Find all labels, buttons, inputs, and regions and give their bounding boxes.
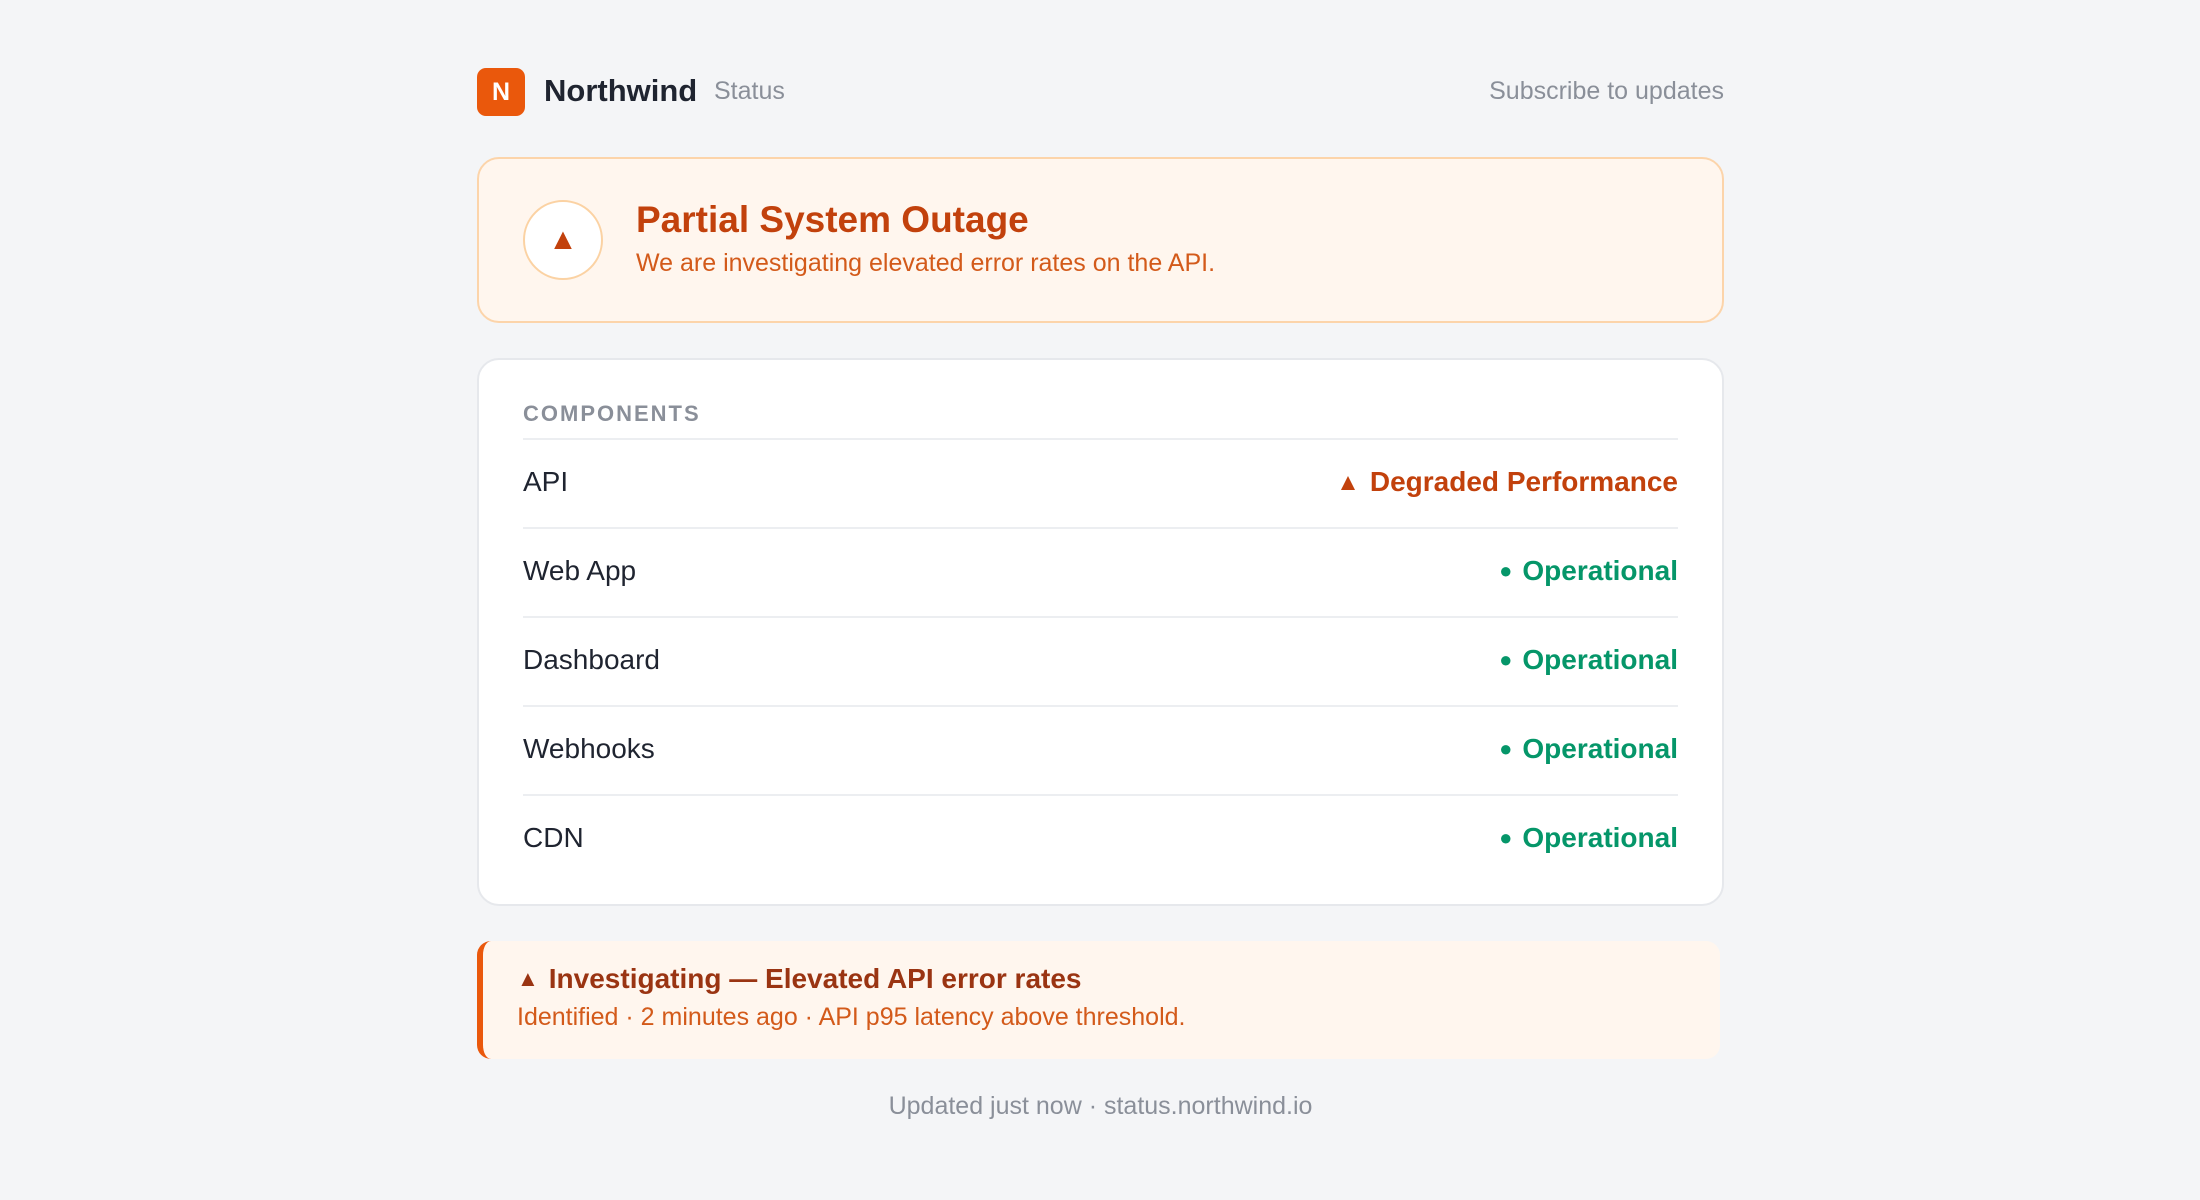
component-status-label: Operational xyxy=(1522,644,1678,675)
incident-title: ▲ Investigating — Elevated API error rate… xyxy=(517,963,1081,995)
outage-banner: ▲ Partial System Outage We are investiga… xyxy=(477,157,1724,323)
components-heading: COMPONENTS xyxy=(523,401,701,426)
subscribe-link[interactable]: Subscribe to updates xyxy=(1489,77,1724,106)
component-status-label: Operational xyxy=(1522,822,1678,853)
component-status: ● Operational xyxy=(1499,644,1678,676)
component-name: CDN xyxy=(523,822,584,853)
status-dot-icon: ● xyxy=(1499,736,1513,761)
component-row-dashboard: Dashboard ● Operational xyxy=(523,616,1678,705)
component-name: Web App xyxy=(523,555,637,586)
incident-notice[interactable]: ▲ Investigating — Elevated API error rate… xyxy=(477,941,1720,1059)
status-dot-icon: ● xyxy=(1499,825,1513,850)
components-list: API ▲ Degraded Performance Web App ● Opera… xyxy=(523,438,1678,883)
page-header: N Northwind Status Subscribe to updates xyxy=(477,68,1724,116)
page-footer: Updated just now · status.northwind.io xyxy=(888,1092,1313,1120)
brand-subtitle: Status xyxy=(714,77,785,105)
component-status: ● Operational xyxy=(1499,822,1678,854)
warning-triangle-icon: ▲ xyxy=(517,966,539,991)
component-status-label: Operational xyxy=(1522,555,1678,586)
component-row-web-app: Web App ● Operational xyxy=(523,527,1678,616)
incident-title-text: Investigating — Elevated API error rates xyxy=(548,963,1082,994)
component-name: API xyxy=(523,466,569,497)
incident-meta: Identified · 2 minutes ago · API p95 lat… xyxy=(517,1003,1186,1031)
component-name: Dashboard xyxy=(523,644,660,675)
component-row-api: API ▲ Degraded Performance xyxy=(523,438,1678,527)
components-card: COMPONENTS API ▲ Degraded Performance Web… xyxy=(477,358,1724,906)
component-name: Webhooks xyxy=(523,733,655,764)
warning-triangle-icon: ▲ xyxy=(523,200,603,280)
status-dot-icon: ● xyxy=(1499,647,1513,672)
component-row-cdn: CDN ● Operational xyxy=(523,794,1678,883)
component-status: ▲ Degraded Performance xyxy=(1336,466,1678,498)
component-row-webhooks: Webhooks ● Operational xyxy=(523,705,1678,794)
component-status: ● Operational xyxy=(1499,555,1678,587)
banner-title: Partial System Outage xyxy=(636,199,1029,240)
banner-description: We are investigating elevated error rate… xyxy=(636,249,1216,277)
brand-logo[interactable]: N xyxy=(477,68,525,116)
warning-triangle-icon: ▲ xyxy=(1336,469,1360,496)
component-status-label: Degraded Performance xyxy=(1369,466,1678,497)
brand-name: Northwind xyxy=(544,73,698,108)
status-dot-icon: ● xyxy=(1499,558,1513,583)
component-status-label: Operational xyxy=(1522,733,1678,764)
component-status: ● Operational xyxy=(1499,733,1678,765)
